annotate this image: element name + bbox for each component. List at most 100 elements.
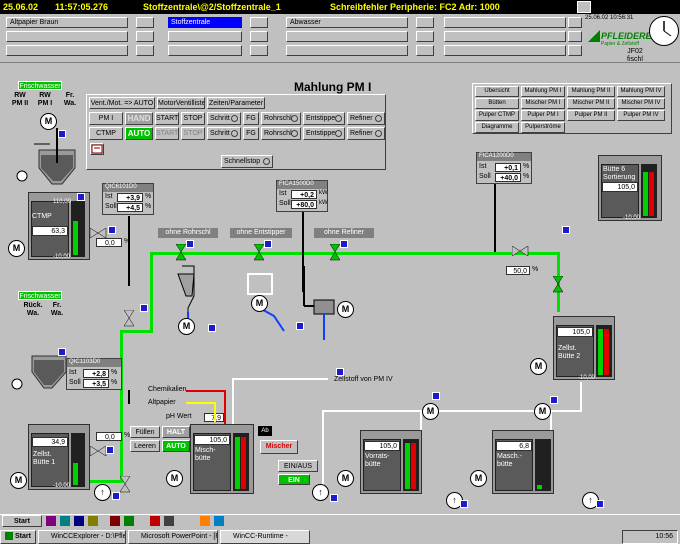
- area-empty[interactable]: [168, 45, 242, 56]
- status-square[interactable]: [460, 500, 468, 508]
- pm1-start-button[interactable]: START: [155, 112, 179, 125]
- leeren-button[interactable]: Leeren: [130, 440, 160, 452]
- valve-icon[interactable]: [120, 476, 130, 494]
- pump-up-icon[interactable]: ↑: [94, 484, 111, 501]
- area-empty[interactable]: [6, 45, 128, 56]
- app-icon[interactable]: [74, 516, 84, 526]
- status-square[interactable]: [186, 240, 194, 248]
- fuellen-button[interactable]: Füllen: [130, 426, 160, 438]
- ctmp-refiner-button[interactable]: Refiner: [347, 127, 385, 140]
- motor-m-icon[interactable]: M: [10, 472, 27, 489]
- nav-button[interactable]: Bütten: [475, 98, 519, 109]
- ctmp-start-button[interactable]: START: [155, 127, 179, 140]
- tank-misch[interactable]: 105,0 Misch- bütte: [190, 424, 254, 494]
- area-empty[interactable]: [444, 45, 566, 56]
- area-slot[interactable]: [250, 17, 268, 28]
- area-slot[interactable]: [568, 17, 582, 28]
- task-powerpoint[interactable]: Microsoft PowerPoint - [Pfei...: [128, 530, 218, 544]
- status-square[interactable]: [106, 446, 114, 454]
- status-square[interactable]: [208, 324, 216, 332]
- task-wincc-runtime[interactable]: WinCC-Runtime -: [220, 530, 310, 544]
- start-menu[interactable]: Start: [0, 530, 36, 544]
- motor-m-icon[interactable]: M: [337, 301, 354, 318]
- task-wincc-explorer[interactable]: WinCCExplorer - D:\Pfleid...: [38, 530, 126, 544]
- app-icon[interactable]: [110, 516, 120, 526]
- motor-m-icon[interactable]: M: [337, 470, 354, 487]
- area-slot[interactable]: [250, 31, 268, 42]
- window-icon[interactable]: [577, 1, 591, 13]
- app-icon[interactable]: [88, 516, 98, 526]
- motor-m-icon[interactable]: M: [8, 240, 25, 257]
- area-empty[interactable]: [168, 31, 242, 42]
- area-empty[interactable]: [286, 31, 408, 42]
- valve-icon[interactable]: [553, 276, 563, 294]
- vent-auto-button[interactable]: Vent./Mot. => AUTO: [89, 97, 155, 109]
- tank-vorrat[interactable]: 105,0 Vorrats- bütte: [360, 430, 422, 494]
- status-square[interactable]: [432, 392, 440, 400]
- app-icon[interactable]: [164, 516, 174, 526]
- tank-ctmp[interactable]: CTMP 63,3 110,00 -10,00: [28, 192, 90, 260]
- area-empty[interactable]: [6, 31, 128, 42]
- status-square[interactable]: [112, 492, 120, 500]
- nav-button[interactable]: Diagramme: [475, 122, 519, 133]
- pm1-stop-button[interactable]: STOP: [181, 112, 205, 125]
- motor-m-icon[interactable]: M: [470, 470, 487, 487]
- status-square[interactable]: [562, 226, 570, 234]
- status-square[interactable]: [340, 240, 348, 248]
- bypass-entstipper-label[interactable]: ohne Entstipper: [230, 228, 292, 238]
- nav-button[interactable]: Pulper PM II: [567, 110, 615, 121]
- area-abwasser[interactable]: Abwasser: [286, 17, 408, 28]
- app-icon[interactable]: [200, 516, 210, 526]
- status-square[interactable]: [140, 304, 148, 312]
- valve-icon[interactable]: [512, 246, 530, 256]
- schnellstop-button[interactable]: Schnellstop: [221, 155, 273, 168]
- nav-button[interactable]: Mahlung PM II: [567, 86, 615, 97]
- nav-button[interactable]: Pulper PM IV: [617, 110, 665, 121]
- motor-list-button[interactable]: MotorVentilliste: [157, 97, 205, 109]
- area-slot[interactable]: [416, 17, 434, 28]
- pm1-rohrschl-button[interactable]: Rohrschl: [261, 112, 301, 125]
- nav-button[interactable]: Pulper PM I: [521, 110, 565, 121]
- ein-aus-button[interactable]: EIN/AUS: [278, 460, 318, 472]
- area-altpapier[interactable]: Altpapier Braun: [6, 17, 128, 28]
- nav-button[interactable]: Mahlung PM IV: [617, 86, 665, 97]
- controller-qic6101[interactable]: QIC6101D0 Ist Soll +3,9 +4,5 % %: [102, 183, 154, 215]
- ctmp-auto-button[interactable]: AUTO: [125, 127, 153, 140]
- ein-button[interactable]: EIN: [278, 474, 310, 485]
- controller-fica1500[interactable]: FICA1500D0 Ist Soll +0,2 +80,0 kW kW: [276, 180, 328, 212]
- pm1-refiner-button[interactable]: Refiner: [347, 112, 385, 125]
- pm1-fg-button[interactable]: FG: [243, 112, 259, 125]
- valve-icon[interactable]: [330, 244, 340, 262]
- tank-butte6[interactable]: Bütte 6 Sortierung 105,0 -10,00: [598, 155, 662, 221]
- status-square[interactable]: [550, 396, 558, 404]
- status-square[interactable]: [296, 322, 304, 330]
- motor-m-icon[interactable]: M: [422, 403, 439, 420]
- status-square[interactable]: [336, 368, 344, 376]
- ctmp-rohrschl-button[interactable]: Rohrschl: [261, 127, 301, 140]
- agitator-motor-icon[interactable]: M: [40, 113, 57, 130]
- nav-button[interactable]: Mischer PM I: [521, 98, 565, 109]
- status-square[interactable]: [108, 226, 116, 234]
- area-stoffzentrale[interactable]: Stoffzentrale: [168, 17, 242, 28]
- status-square[interactable]: [58, 348, 66, 356]
- report-icon[interactable]: [90, 143, 104, 155]
- pm1-entstipper-button[interactable]: Entstipper: [303, 112, 345, 125]
- ab-button[interactable]: Ab: [258, 426, 272, 436]
- motor-m-icon[interactable]: M: [166, 470, 183, 487]
- area-empty[interactable]: [444, 17, 566, 28]
- nav-button[interactable]: Pulperströme: [521, 122, 565, 133]
- times-params-button[interactable]: Zeiten/Parameter: [207, 97, 265, 109]
- area-slot[interactable]: [568, 31, 582, 42]
- controller-qic1103[interactable]: QIC1103D0 Ist Soll +2,8 +3,5 % %: [66, 358, 122, 390]
- app-icon[interactable]: [46, 516, 56, 526]
- area-slot[interactable]: [568, 45, 582, 56]
- area-slot[interactable]: [416, 31, 434, 42]
- ctmp-schritt-button[interactable]: Schritt: [207, 127, 241, 140]
- ctmp-stop-button[interactable]: STOP: [181, 127, 205, 140]
- ctmp-entstipper-button[interactable]: Entstipper: [303, 127, 345, 140]
- tank-zellst1[interactable]: 34,9 Zellst. Bütte 1 -10,00: [28, 424, 90, 490]
- pm1-schritt-button[interactable]: Schritt: [207, 112, 241, 125]
- area-empty[interactable]: [444, 31, 566, 42]
- status-square[interactable]: [264, 240, 272, 248]
- start-button[interactable]: Start: [2, 515, 42, 527]
